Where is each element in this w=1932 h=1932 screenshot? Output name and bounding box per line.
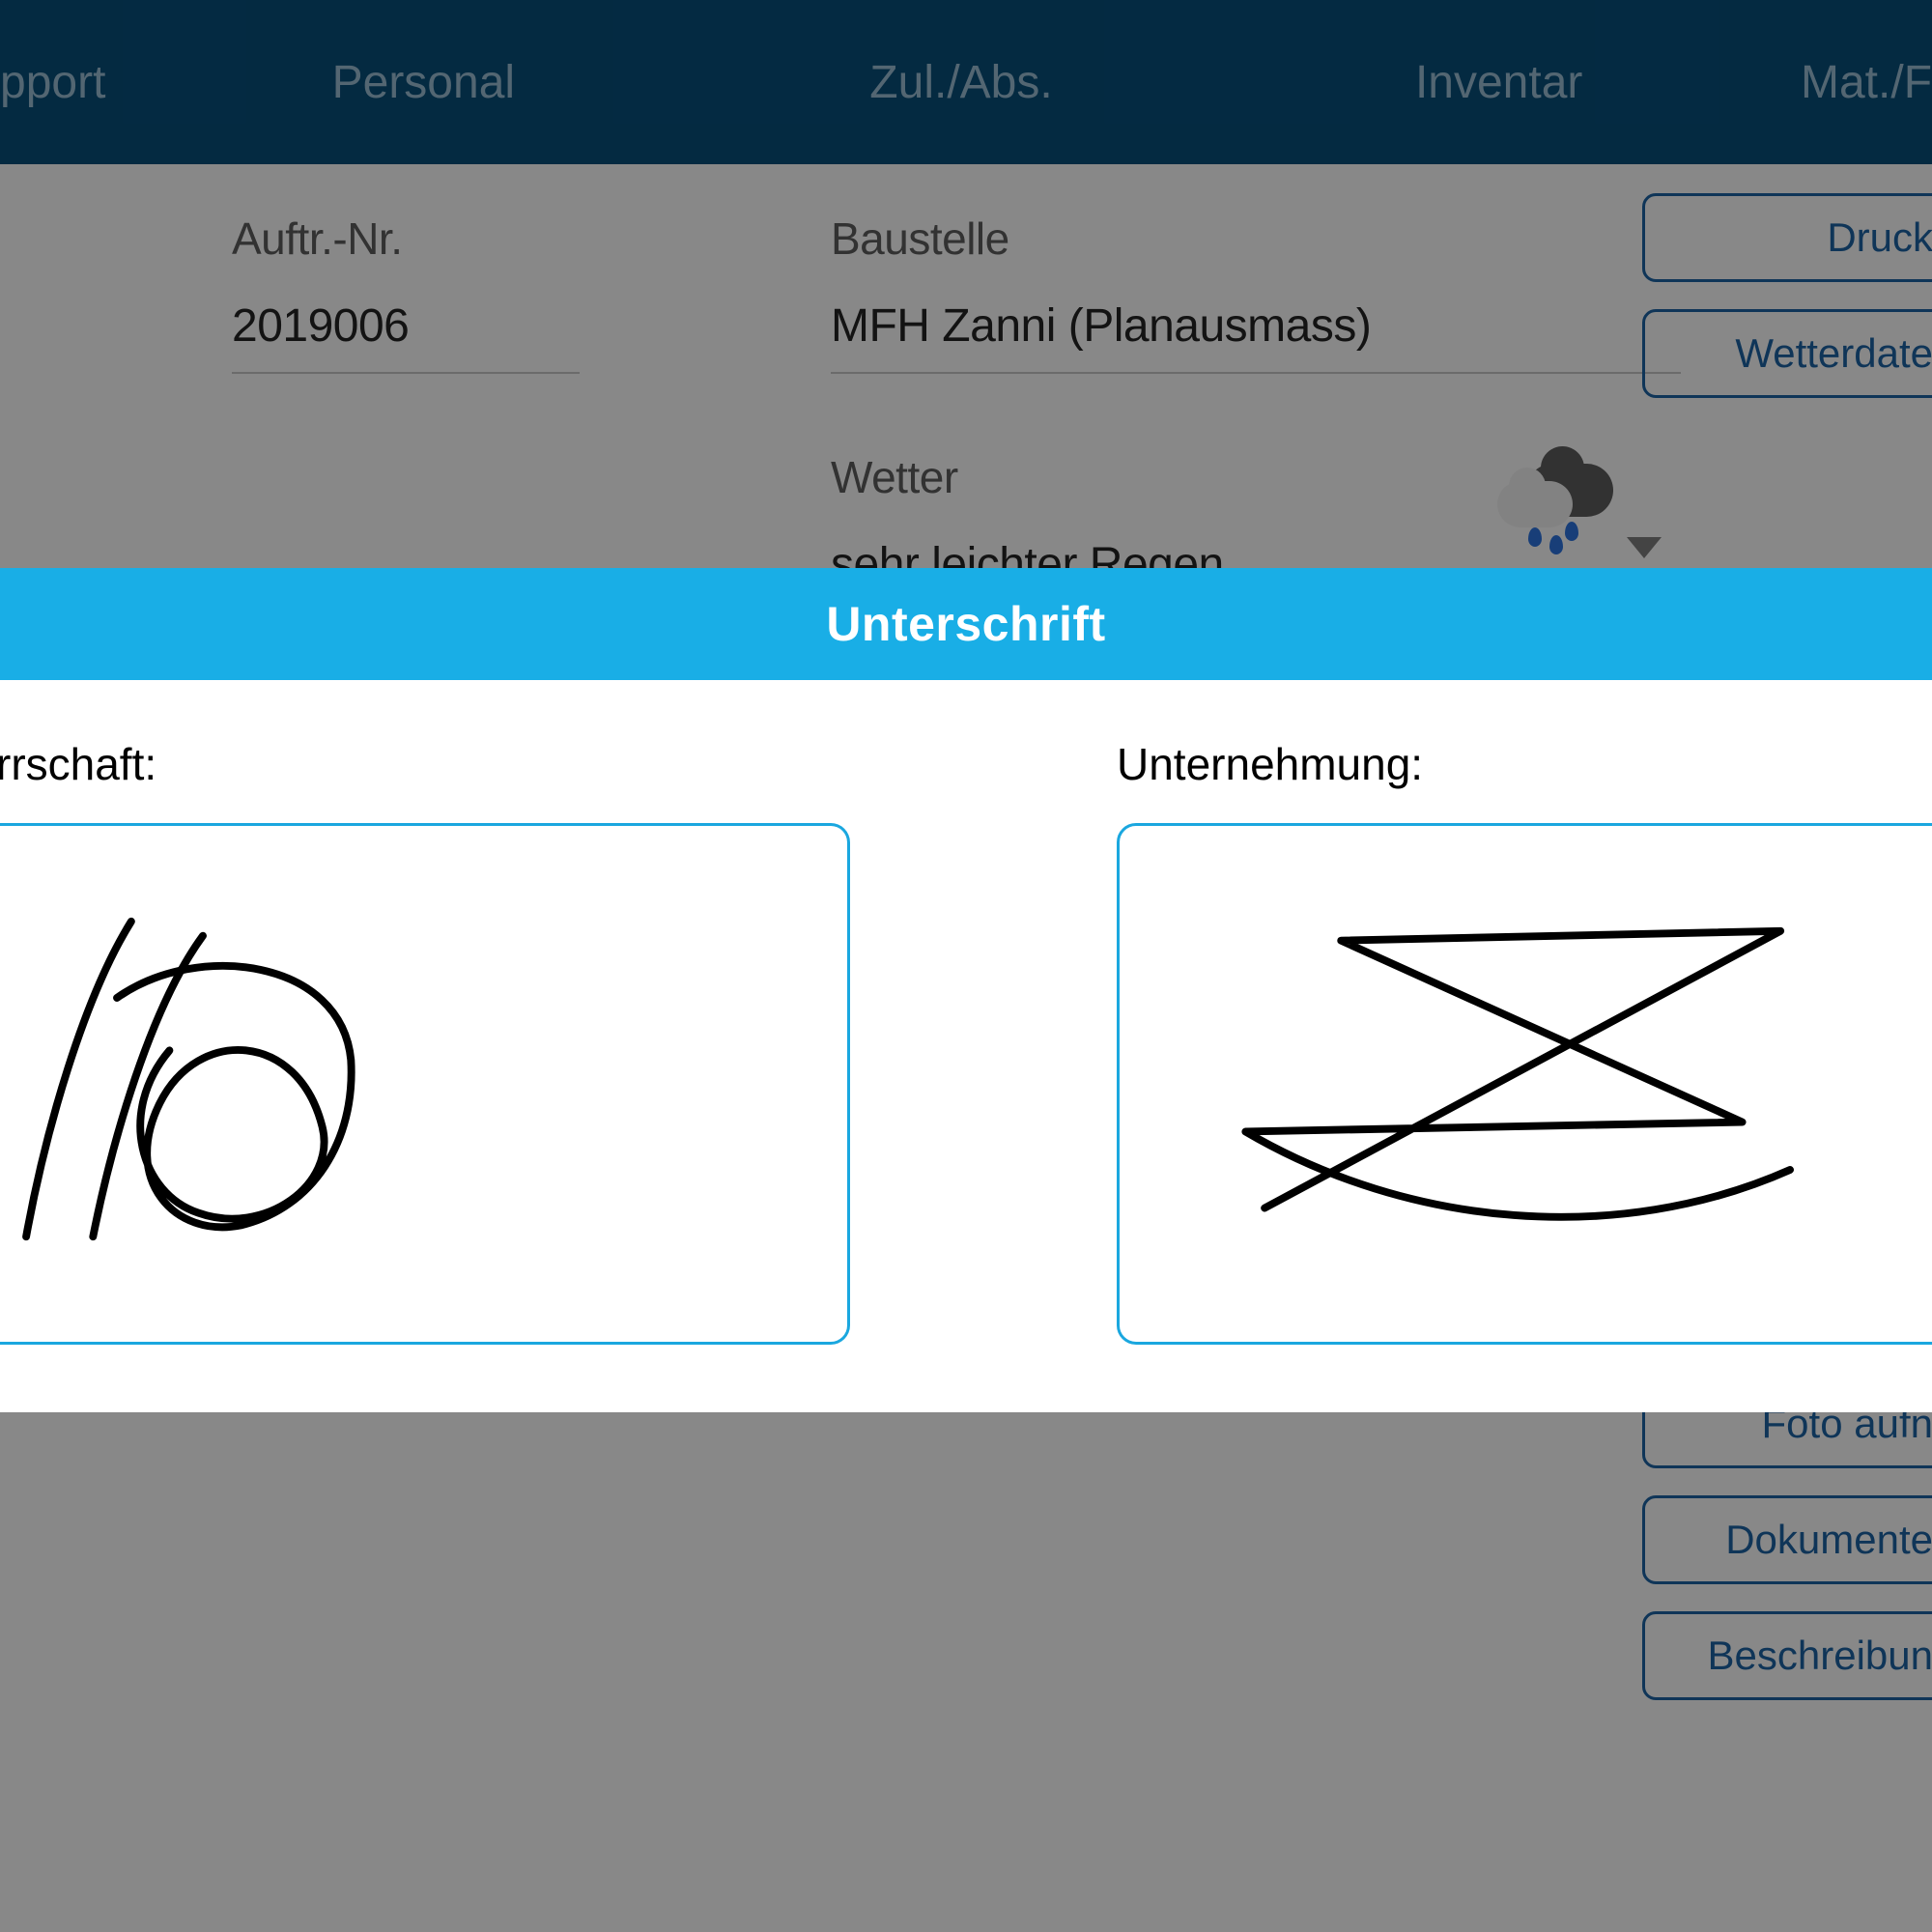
label-bauherrschaft: rrschaft: — [0, 738, 850, 790]
dialog-title: Unterschrift — [0, 568, 1932, 680]
signature-scribble-left — [0, 826, 847, 1342]
signature-scribble-right — [1120, 826, 1932, 1342]
signature-dialog: Unterschrift rrschaft: Unternehmung: — [0, 568, 1932, 1412]
label-unternehmung: Unternehmung: — [1117, 738, 1932, 790]
signature-pad-bauherrschaft[interactable] — [0, 823, 850, 1345]
signature-right-column: Unternehmung: — [1117, 738, 1932, 1345]
signature-pad-unternehmung[interactable] — [1117, 823, 1932, 1345]
signature-left-column: rrschaft: — [15, 738, 850, 1345]
